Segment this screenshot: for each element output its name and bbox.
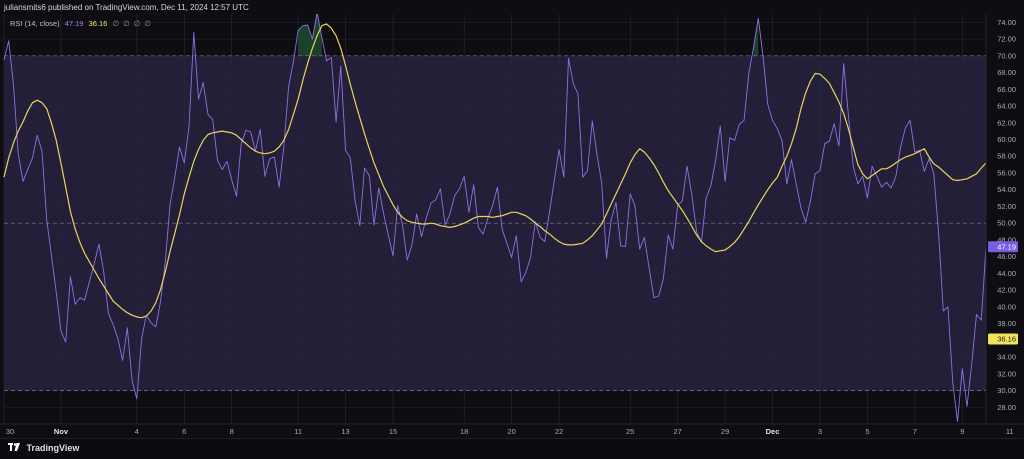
ma-last-value-label: 36.16	[997, 335, 1016, 344]
rsi-last-value-label: 47.19	[997, 242, 1016, 251]
indicator-glyph-icon: ∅	[123, 19, 130, 28]
y-tick-label: 68.00	[997, 68, 1016, 77]
y-tick-label: 42.00	[997, 286, 1016, 295]
x-tick-label: 7	[913, 427, 917, 436]
x-tick-label: 20	[507, 427, 515, 436]
x-tick-label: 3	[818, 427, 822, 436]
y-tick-label: 66.00	[997, 85, 1016, 94]
rsi-current-value: 47.19	[64, 19, 84, 28]
indicator-title[interactable]: RSI (14, close)	[10, 19, 60, 28]
footer: TradingView	[0, 438, 1024, 459]
indicator-glyph-icon: ∅	[144, 19, 151, 28]
y-tick-label: 44.00	[997, 269, 1016, 278]
y-tick-label: 74.00	[997, 18, 1016, 27]
brand[interactable]: TradingView	[8, 443, 79, 453]
y-tick-label: 70.00	[997, 51, 1016, 60]
y-tick-label: 32.00	[997, 369, 1016, 378]
x-tick-label: 27	[673, 427, 681, 436]
x-tick-label: 29	[721, 427, 729, 436]
y-tick-label: 58.00	[997, 152, 1016, 161]
x-tick-label: 4	[135, 427, 139, 436]
y-tick-label: 72.00	[997, 35, 1016, 44]
indicator-glyph-icon: ∅	[112, 19, 119, 28]
brand-name: TradingView	[26, 443, 80, 453]
y-tick-label: 54.00	[997, 185, 1016, 194]
indicator-glyph-icon: ∅	[133, 19, 141, 28]
y-tick-label: 50.00	[997, 219, 1016, 228]
indicator-legend[interactable]: RSI (14, close) 47.19 36.16 ∅ ∅ ∅ ∅	[10, 19, 153, 28]
ma-current-value: 36.16	[88, 19, 108, 28]
x-tick-label: 15	[389, 427, 397, 436]
y-tick-label: 62.00	[997, 118, 1016, 127]
published-text: published on TradingView.com, Dec 11, 20…	[48, 3, 249, 12]
x-tick-label: 30	[6, 427, 14, 436]
y-tick-label: 60.00	[997, 135, 1016, 144]
x-tick-label: 18	[460, 427, 468, 436]
x-tick-label: 6	[182, 427, 186, 436]
y-tick-label: 56.00	[997, 168, 1016, 177]
x-tick-label: 13	[341, 427, 349, 436]
y-tick-label: 30.00	[997, 386, 1016, 395]
x-tick-label: 25	[626, 427, 634, 436]
y-tick-label: 52.00	[997, 202, 1016, 211]
chart-area[interactable]: 28.0030.0032.0034.0036.0038.0040.0042.00…	[0, 14, 1024, 439]
y-tick-label: 38.00	[997, 319, 1016, 328]
author-name[interactable]: juliansmits6	[4, 3, 46, 12]
x-tick-label: 22	[555, 427, 563, 436]
y-tick-label: 64.00	[997, 102, 1016, 111]
y-tick-label: 28.00	[997, 403, 1016, 412]
x-tick-label: 9	[960, 427, 964, 436]
rsi-chart[interactable]: 28.0030.0032.0034.0036.0038.0040.0042.00…	[0, 14, 1024, 439]
x-tick-label: 5	[865, 427, 869, 436]
x-tick-label: 8	[230, 427, 234, 436]
y-tick-label: 40.00	[997, 302, 1016, 311]
y-tick-label: 34.00	[997, 353, 1016, 362]
x-tick-label: Dec	[766, 427, 780, 436]
tradingview-logo-icon	[8, 443, 23, 453]
x-tick-label: 11	[294, 427, 302, 436]
x-tick-label: 11	[1006, 427, 1014, 436]
y-tick-label: 46.00	[997, 252, 1016, 261]
x-tick-label: Nov	[54, 427, 69, 436]
